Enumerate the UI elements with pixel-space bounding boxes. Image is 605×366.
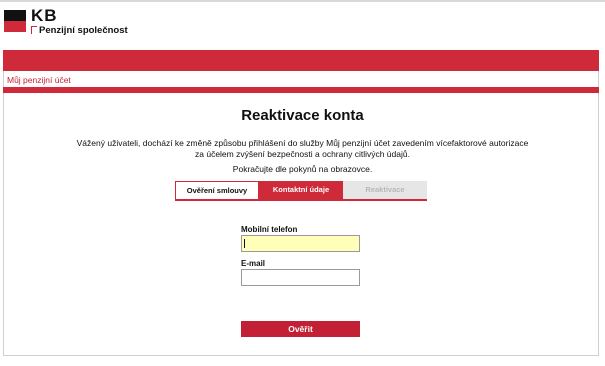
text-cursor <box>244 239 245 248</box>
content-frame <box>3 50 599 356</box>
section-title: Můj penzijní účet <box>7 75 71 85</box>
header-divider <box>3 87 599 93</box>
step-contact-details: Kontaktní údaje <box>259 181 343 201</box>
email-input[interactable] <box>241 269 360 286</box>
logo-text: KB <box>31 6 58 25</box>
step-indicator: Ověření smlouvy Kontaktní údaje Reaktiva… <box>175 181 427 201</box>
logo-bracket-icon <box>31 26 37 34</box>
page-title: Reaktivace konta <box>241 107 364 124</box>
intro-line-1: Vážený uživateli, dochází ke změně způso… <box>76 138 529 148</box>
phone-label: Mobilní telefon <box>241 225 298 234</box>
intro-text: Vážený uživateli, dochází ke změně způso… <box>60 138 545 160</box>
logo-subtitle: Penzijní společnost <box>39 25 128 36</box>
intro-line-2: za účelem zvýšení bezpečnosti a ochrany … <box>195 149 410 159</box>
top-border <box>0 0 605 2</box>
step-reactivation: Reaktivace <box>343 181 427 201</box>
step-verify-contract: Ověření smlouvy <box>175 181 259 201</box>
verify-button[interactable]: Ověřit <box>241 321 360 337</box>
header-bar <box>3 50 599 71</box>
email-label: E-mail <box>241 259 266 268</box>
kb-logo-icon <box>4 10 26 32</box>
phone-input[interactable] <box>241 235 360 252</box>
continue-instruction: Pokračujte dle pokynů na obrazovce. <box>232 164 373 174</box>
